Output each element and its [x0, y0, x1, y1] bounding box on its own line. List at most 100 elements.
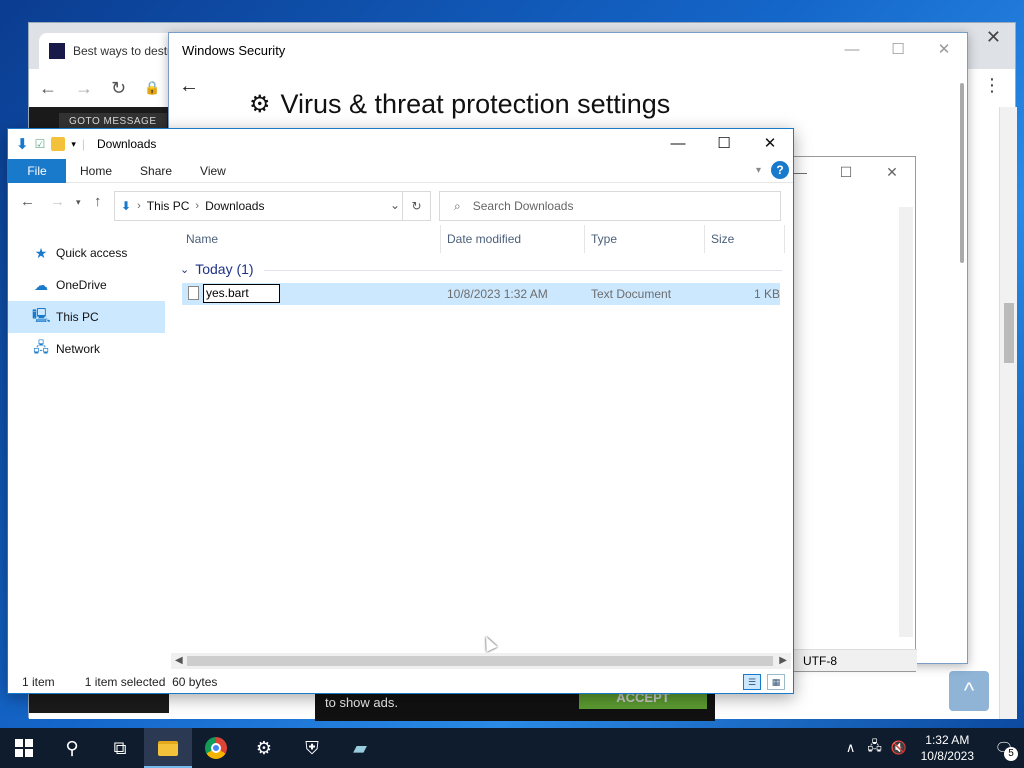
show-hidden-icons-icon[interactable]: ∧	[839, 740, 863, 756]
folder-icon	[158, 740, 178, 756]
file-size: 1 KB	[754, 287, 781, 301]
task-view-button[interactable]: ⧉	[96, 728, 144, 768]
notepad-window[interactable]: — ☐ ✕ UTF-8	[780, 156, 917, 672]
search-button[interactable]: ⚲	[48, 728, 96, 768]
ws-title: Windows Security	[182, 42, 286, 58]
nav-item-this-pc[interactable]: 🖳 This PC	[8, 301, 165, 333]
column-type[interactable]: Type	[591, 232, 617, 246]
ws-back-icon[interactable]: ←	[179, 75, 199, 98]
group-header-today[interactable]: ⌄ Today (1)	[174, 261, 254, 277]
clock[interactable]: 1:32 AM 10/8/2023	[911, 732, 984, 764]
search-box[interactable]: ⌕ Search Downloads	[439, 191, 781, 221]
text-file-icon	[188, 286, 199, 300]
help-icon[interactable]: ?	[771, 161, 789, 179]
group-divider	[264, 270, 782, 271]
notepad-icon: ▰	[353, 737, 367, 758]
network-icon: 🖧	[33, 339, 49, 355]
shield-icon: ⛨	[305, 737, 319, 758]
refresh-icon[interactable]: ↻	[402, 192, 430, 220]
nav-item-quick-access[interactable]: ★ Quick access	[8, 237, 165, 269]
taskbar-file-explorer[interactable]	[144, 728, 192, 768]
ribbon-tab-file[interactable]: File	[8, 158, 66, 183]
explorer-close-icon[interactable]: ✕	[747, 129, 793, 159]
np-maximize-icon[interactable]: ☐	[823, 157, 869, 187]
lock-icon: 🔒	[144, 80, 161, 95]
taskbar-settings[interactable]: ⚙	[240, 728, 288, 768]
address-bar[interactable]: ⬇ › This PC › Downloads ⌄ ↻	[114, 191, 431, 221]
ribbon-expand-icon[interactable]: ▾	[756, 165, 761, 176]
chrome-reload-icon[interactable]: ↻	[111, 78, 126, 99]
column-separator[interactable]	[784, 225, 785, 253]
scroll-right-icon[interactable]: ▶	[779, 653, 787, 669]
scroll-left-icon[interactable]: ◀	[175, 653, 183, 669]
column-date[interactable]: Date modified	[447, 232, 521, 246]
breadcrumb-downloads[interactable]: Downloads	[205, 199, 264, 213]
scroll-thumb[interactable]	[1004, 303, 1014, 363]
explorer-window[interactable]: ⬇ ☑ ▾ | Downloads — ☐ ✕ File Home Share …	[7, 128, 794, 694]
scroll-thumb[interactable]	[187, 656, 773, 666]
ws-maximize-icon[interactable]: ☐	[875, 33, 921, 67]
titlebar-separator: |	[81, 137, 85, 151]
np-close-icon[interactable]: ✕	[869, 157, 915, 187]
taskbar-chrome[interactable]	[192, 728, 240, 768]
explorer-maximize-icon[interactable]: ☐	[701, 129, 747, 159]
rename-input[interactable]: yes.bart	[203, 284, 280, 303]
taskbar-windows-security[interactable]: ⛨	[288, 728, 336, 768]
np-encoding: UTF-8	[803, 654, 837, 668]
scroll-to-top-button[interactable]: ^	[949, 671, 989, 711]
ribbon-tab-view[interactable]: View	[186, 159, 240, 183]
ribbon-tab-share[interactable]: Share	[126, 159, 186, 183]
nav-label: Quick access	[56, 246, 128, 260]
column-separator[interactable]	[584, 225, 585, 253]
up-icon[interactable]: ↑	[94, 193, 102, 210]
chrome-menu-icon[interactable]: ⋮	[983, 75, 1001, 96]
ws-minimize-icon[interactable]: —	[829, 33, 875, 67]
nav-label: OneDrive	[56, 278, 107, 292]
breadcrumb-this-pc[interactable]: This PC	[147, 199, 190, 213]
nav-item-network[interactable]: 🖧 Network	[8, 333, 165, 365]
action-center-button[interactable]: 🗨 5	[984, 739, 1024, 761]
breadcrumb-chevron-icon[interactable]: ›	[195, 200, 199, 212]
recent-locations-icon[interactable]: ▾	[76, 197, 81, 208]
np-scrollbar[interactable]	[899, 207, 913, 637]
windows-logo-icon	[15, 739, 33, 757]
search-icon: ⚲	[65, 737, 79, 758]
horizontal-scrollbar[interactable]: ◀ ▶	[171, 653, 791, 669]
ws-close-icon[interactable]: ✕	[921, 33, 967, 67]
column-size[interactable]: Size	[711, 232, 734, 246]
ws-scrollbar[interactable]	[960, 83, 964, 263]
chrome-scrollbar[interactable]	[999, 107, 1017, 719]
file-type: Text Document	[591, 287, 672, 301]
qa-dropdown-icon[interactable]: ▾	[71, 139, 76, 150]
network-icon[interactable]: 🖧	[863, 737, 887, 759]
volume-muted-icon[interactable]: 🔇	[887, 740, 911, 756]
column-separator[interactable]	[440, 225, 441, 253]
file-date: 10/8/2023 1:32 AM	[447, 287, 548, 301]
chevron-down-icon[interactable]: ⌄	[180, 263, 189, 276]
ribbon-tab-home[interactable]: Home	[66, 159, 126, 183]
new-folder-icon[interactable]	[51, 137, 66, 151]
explorer-minimize-icon[interactable]: —	[655, 129, 701, 159]
forward-icon[interactable]: →	[50, 193, 65, 210]
file-row[interactable]: yes.bart 10/8/2023 1:32 AM Text Document…	[182, 283, 780, 305]
details-view-icon[interactable]: ☰	[743, 674, 761, 690]
clock-time: 1:32 AM	[925, 733, 970, 747]
chrome-close-icon[interactable]: ✕	[986, 27, 1001, 48]
properties-icon[interactable]: ☑	[35, 137, 46, 151]
chrome-forward-icon[interactable]: →	[75, 78, 93, 99]
download-folder-icon: ⬇	[121, 199, 132, 213]
chrome-tab[interactable]: Best ways to destr	[39, 33, 189, 69]
start-button[interactable]	[0, 728, 48, 768]
ws-heading: ⚙ Virus & threat protection settings	[249, 89, 670, 120]
large-icons-view-icon[interactable]: ▦	[767, 674, 785, 690]
chrome-back-icon[interactable]: ←	[39, 78, 57, 99]
address-dropdown-icon[interactable]: ⌄	[390, 198, 400, 212]
breadcrumb-chevron-icon[interactable]: ›	[137, 200, 141, 212]
column-name[interactable]: Name	[186, 232, 218, 246]
nav-item-onedrive[interactable]: ☁ OneDrive	[8, 269, 165, 301]
back-icon[interactable]: ←	[20, 193, 35, 210]
taskbar-notepad[interactable]: ▰	[336, 728, 384, 768]
ws-heading-text: Virus & threat protection settings	[280, 89, 671, 119]
column-separator[interactable]	[704, 225, 705, 253]
download-arrow-icon: ⬇	[16, 136, 29, 153]
